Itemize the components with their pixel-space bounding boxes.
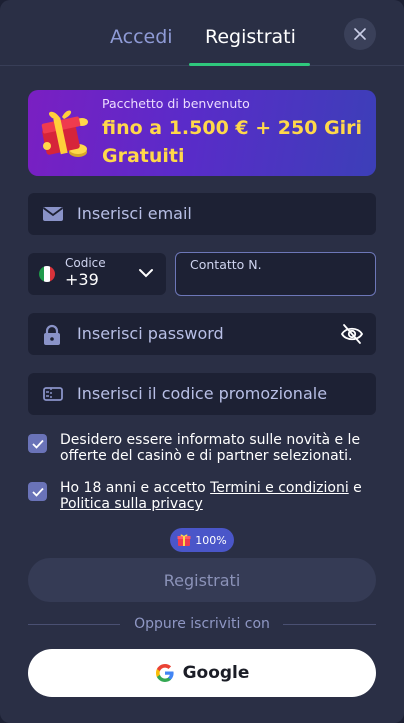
marketing-consent-text: Desidero essere informato sulle novità e… xyxy=(60,432,361,464)
phone-number-label: Contatto N. xyxy=(190,257,262,272)
phone-code-select[interactable]: Codice +39 xyxy=(28,253,166,295)
welcome-bonus-banner: Pacchetto di benvenuto fino a 1.500 € + … xyxy=(28,90,376,176)
mail-icon xyxy=(42,207,64,221)
register-button[interactable]: Registrati xyxy=(28,558,376,602)
age-terms-middle: e xyxy=(348,480,362,496)
checkmark-icon xyxy=(31,487,44,497)
close-icon xyxy=(354,28,366,40)
google-icon xyxy=(155,664,174,682)
banner-label: Pacchetto di benvenuto xyxy=(102,96,250,111)
google-signup-button[interactable]: Google xyxy=(28,649,376,697)
email-placeholder: Inserisci email xyxy=(77,204,192,223)
checkmark-icon xyxy=(31,439,44,449)
promo-code-placeholder: Inserisci il codice promozionale xyxy=(77,384,328,403)
auth-tabs: Accedi Registrati xyxy=(0,0,404,66)
tab-login[interactable]: Accedi xyxy=(110,24,173,50)
phone-code-label: Codice xyxy=(65,256,106,270)
banner-title: fino a 1.500 € + 250 Giri Gratuiti xyxy=(102,117,363,167)
age-terms-text: Ho 18 anni e accetto Termini e condizion… xyxy=(60,480,372,512)
marketing-checkbox[interactable] xyxy=(28,434,47,453)
lock-icon xyxy=(44,324,60,345)
gift-icon xyxy=(177,534,191,546)
phone-number-input[interactable]: Contatto N. xyxy=(175,252,376,296)
tab-register[interactable]: Registrati xyxy=(205,24,296,50)
promo-code-field[interactable]: Inserisci il codice promozionale xyxy=(28,373,376,415)
email-field[interactable]: Inserisci email xyxy=(28,193,376,235)
chevron-down-icon xyxy=(139,269,153,278)
eye-off-icon[interactable] xyxy=(340,323,364,345)
privacy-link[interactable]: Politica sulla privacy xyxy=(60,496,203,512)
phone-code-value: +39 xyxy=(65,270,99,289)
age-terms-checkbox[interactable] xyxy=(28,482,47,501)
ticket-icon xyxy=(43,387,63,401)
italy-flag-icon xyxy=(39,266,55,282)
age-terms-prefix: Ho 18 anni e accetto xyxy=(60,480,211,496)
active-tab-indicator xyxy=(189,63,310,66)
password-placeholder: Inserisci password xyxy=(77,324,224,343)
bonus-chip: 100% xyxy=(170,528,234,552)
close-button[interactable] xyxy=(344,18,376,50)
google-label: Google xyxy=(182,663,250,683)
password-field[interactable]: Inserisci password xyxy=(28,313,376,355)
bonus-chip-value: 100% xyxy=(195,533,227,547)
gift-icon xyxy=(41,110,88,157)
registration-modal: Accedi Registrati Pacchetto di benvenuto… xyxy=(0,0,404,723)
divider-right xyxy=(283,624,376,625)
terms-link[interactable]: Termini e condizioni xyxy=(210,480,349,496)
